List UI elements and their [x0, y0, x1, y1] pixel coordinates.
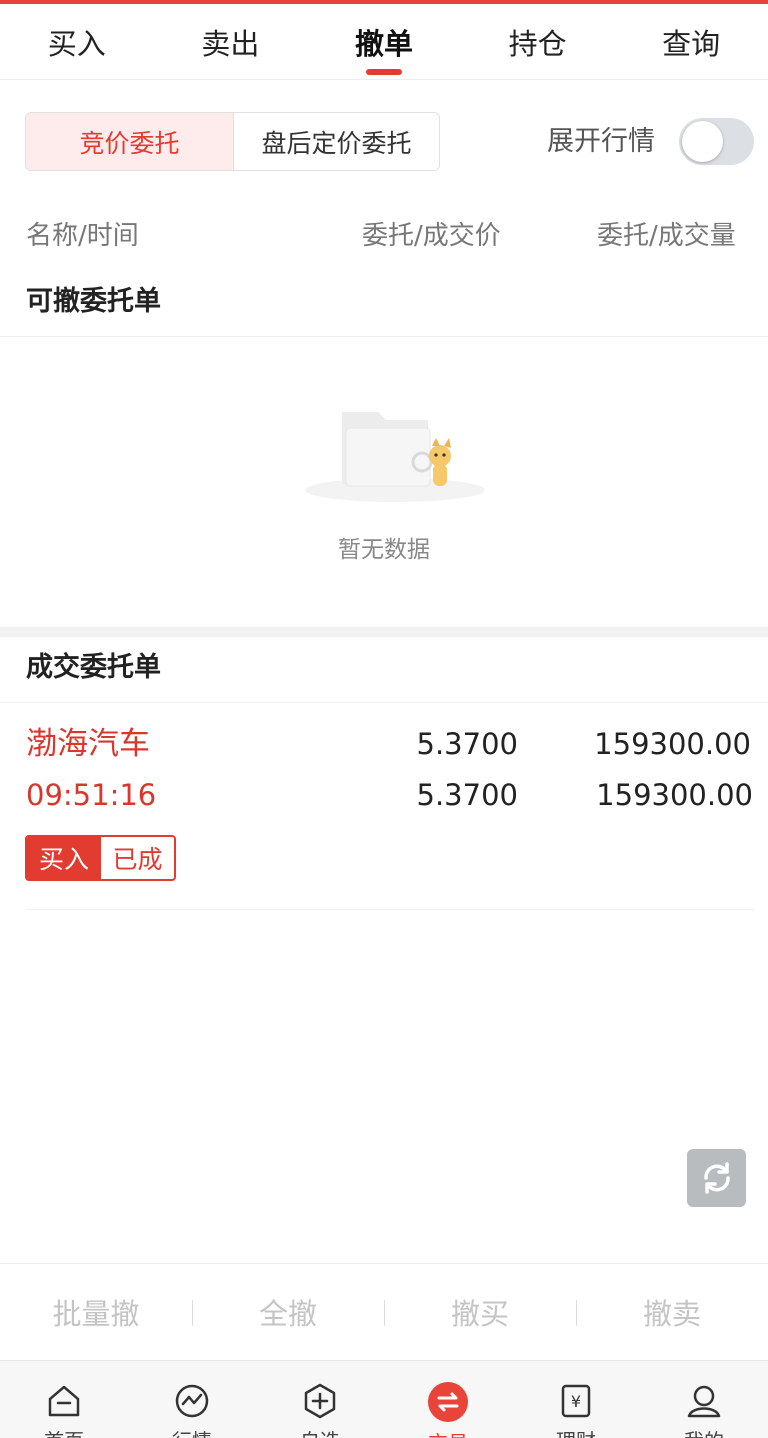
- deal-price: 5.3700: [416, 778, 518, 812]
- divider: [26, 909, 754, 910]
- trade-icon: [427, 1381, 469, 1423]
- expand-quote-toggle[interactable]: [679, 118, 754, 165]
- bottom-nav: 首页 行情 自选 交易 ¥ 理财: [0, 1360, 768, 1438]
- cancel-all-button[interactable]: 全撤: [192, 1264, 384, 1360]
- expand-quote-label: 展开行情: [547, 126, 655, 157]
- column-price: 委托/成交价: [362, 221, 501, 251]
- cancel-sell-button[interactable]: 撤卖: [576, 1264, 768, 1360]
- trade-tabs: 买入 卖出 撤单 持仓 查询: [0, 4, 768, 80]
- cancelable-orders-title: 可撤委托单: [26, 286, 161, 317]
- profile-icon: [683, 1381, 725, 1421]
- stock-name: 渤海汽车: [26, 726, 150, 762]
- nav-label: 理财: [556, 1425, 596, 1438]
- tab-label: 查询: [662, 26, 721, 61]
- cancel-action-bar: 批量撤 全撤 撤买 撤卖: [0, 1263, 768, 1360]
- empty-folder-illustration: [305, 412, 485, 502]
- column-volume: 委托/成交量: [597, 221, 736, 251]
- market-icon: [171, 1381, 213, 1421]
- section-separator: [0, 627, 768, 637]
- segment-auction-order[interactable]: 竞价委托: [26, 113, 233, 170]
- tab-label: 卖出: [201, 26, 260, 61]
- cancel-buy-button[interactable]: 撤买: [384, 1264, 576, 1360]
- order-status-badge: 买入 已成: [25, 835, 176, 881]
- nav-home[interactable]: 首页: [0, 1361, 128, 1438]
- trade-cancel-page: 买入 卖出 撤单 持仓 查询 竞价委托 盘后定价委托 展开行情 名称/时间 委托…: [0, 0, 768, 1438]
- side-badge: 买入: [27, 837, 101, 879]
- refresh-icon: [703, 1162, 730, 1194]
- divider: [0, 702, 768, 703]
- nav-market[interactable]: 行情: [128, 1361, 256, 1438]
- column-name-time: 名称/时间: [26, 221, 139, 251]
- nav-finance[interactable]: ¥ 理财: [512, 1361, 640, 1438]
- finance-icon: ¥: [555, 1381, 597, 1421]
- empty-state-text: 暂无数据: [338, 537, 430, 563]
- order-time: 09:51:16: [26, 778, 157, 812]
- nav-label: 自选: [300, 1425, 340, 1438]
- batch-cancel-button[interactable]: 批量撤: [0, 1264, 192, 1360]
- divider: [0, 336, 768, 337]
- tab-query[interactable]: 查询: [614, 4, 768, 79]
- nav-trade[interactable]: 交易: [384, 1361, 512, 1438]
- tab-positions[interactable]: 持仓: [461, 4, 615, 79]
- nav-label: 首页: [44, 1425, 84, 1438]
- tab-label: 撤单: [354, 26, 413, 61]
- watchlist-icon: [299, 1381, 341, 1421]
- nav-label: 交易: [428, 1427, 468, 1438]
- tab-label: 买入: [47, 26, 106, 61]
- deal-quantity: 159300.00: [596, 778, 753, 812]
- order-quantity: 159300.00: [594, 727, 751, 761]
- filled-orders-title: 成交委托单: [26, 652, 161, 683]
- order-type-segment: 竞价委托 盘后定价委托: [25, 112, 440, 171]
- segment-after-hours-order[interactable]: 盘后定价委托: [233, 113, 439, 170]
- nav-label: 我的: [684, 1425, 724, 1438]
- status-badge: 已成: [112, 845, 163, 874]
- svg-text:¥: ¥: [571, 1392, 581, 1411]
- tab-sell[interactable]: 卖出: [154, 4, 308, 79]
- tab-buy[interactable]: 买入: [0, 4, 154, 79]
- refresh-button[interactable]: [687, 1149, 746, 1207]
- nav-watchlist[interactable]: 自选: [256, 1361, 384, 1438]
- order-price: 5.3700: [416, 727, 518, 761]
- nav-label: 行情: [172, 1425, 212, 1438]
- toggle-knob: [682, 121, 723, 162]
- tab-label: 持仓: [508, 26, 567, 61]
- nav-profile[interactable]: 我的: [640, 1361, 768, 1438]
- home-icon: [43, 1381, 85, 1421]
- tab-cancel-order[interactable]: 撤单: [307, 4, 461, 79]
